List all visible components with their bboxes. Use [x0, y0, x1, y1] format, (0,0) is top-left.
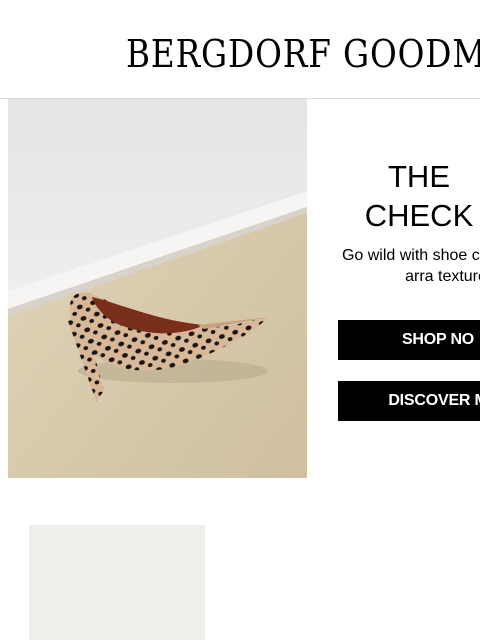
headline-line-2: CHECK	[364, 198, 474, 233]
hero-image[interactable]	[8, 99, 307, 478]
brand-logo[interactable]: BERGDORF GOODMAN	[126, 30, 480, 78]
headline-line-1: THE	[388, 159, 450, 194]
product-tile-image[interactable]	[29, 525, 205, 640]
shoe-photo	[8, 99, 307, 478]
hero-headline: THE CHECK	[307, 157, 480, 235]
discover-more-button[interactable]: DISCOVER M	[338, 381, 480, 421]
hero-description: Go wild with shoe cast in a fun arra tex…	[341, 247, 480, 285]
shop-now-button[interactable]: SHOP NO	[338, 320, 480, 360]
site-header: BERGDORF GOODMAN	[0, 0, 480, 99]
hero-text-panel: THE CHECK Go wild with shoe cast in a fu…	[307, 99, 480, 478]
